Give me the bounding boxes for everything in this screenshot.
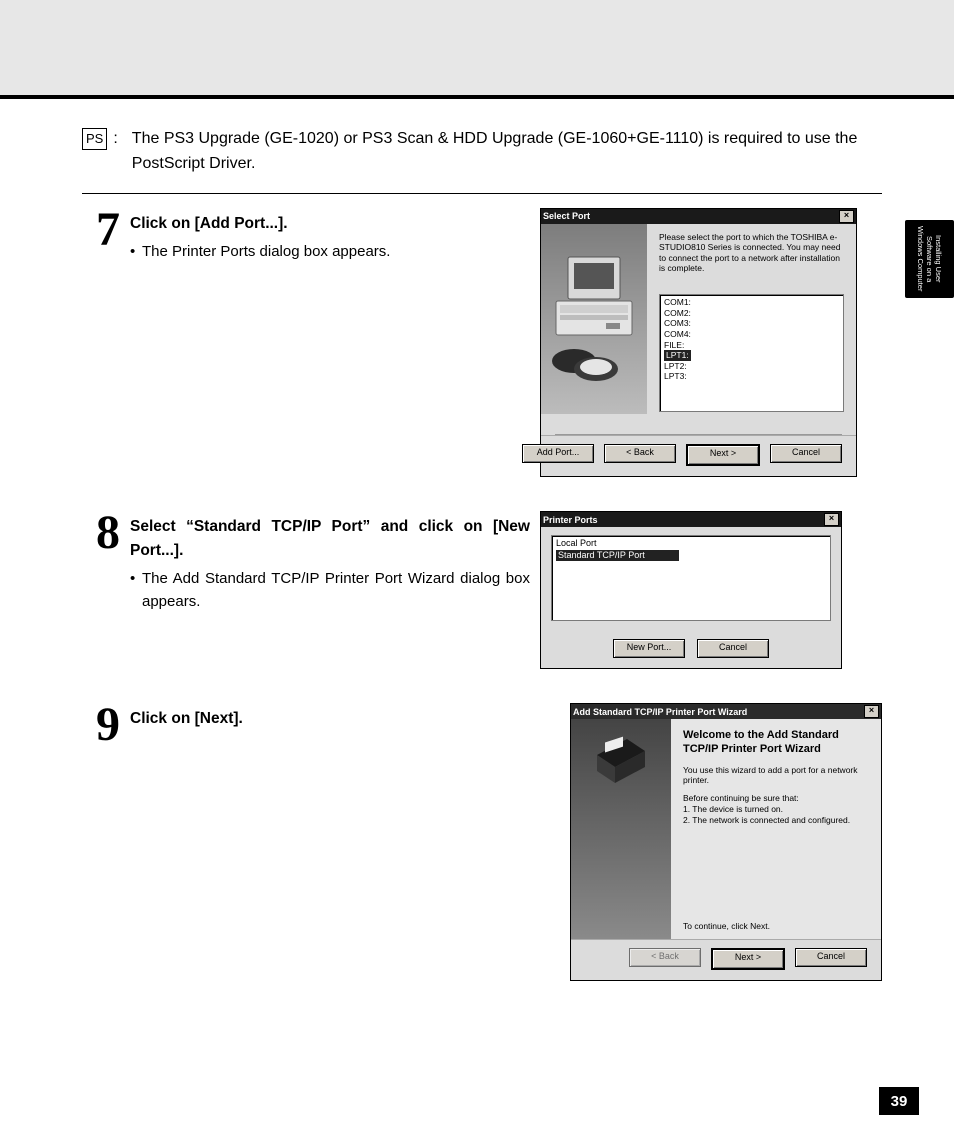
step-title: Click on [Add Port...]. bbox=[130, 212, 530, 236]
wizard-continue-text: To continue, click Next. bbox=[683, 921, 770, 931]
list-item[interactable]: FILE: bbox=[664, 340, 839, 351]
next-button[interactable]: Next > bbox=[686, 444, 760, 466]
page-number: 39 bbox=[879, 1087, 919, 1115]
add-port-button[interactable]: Add Port... bbox=[522, 444, 594, 463]
list-item[interactable]: Local Port bbox=[556, 538, 826, 550]
tcpip-wizard-dialog: Add Standard TCP/IP Printer Port Wizard … bbox=[570, 703, 882, 981]
step-bullet: The Printer Ports dialog box appears. bbox=[142, 240, 530, 263]
port-type-listbox[interactable]: Local Port Standard TCP/IP Port bbox=[551, 535, 831, 621]
ps-note-row: PS : The PS3 Upgrade (GE-1020) or PS3 Sc… bbox=[82, 127, 882, 177]
step-title: Select “Standard TCP/IP Port” and click … bbox=[130, 515, 530, 563]
wizard-point: 2. The network is connected and configur… bbox=[683, 815, 869, 826]
cancel-button[interactable]: Cancel bbox=[770, 444, 842, 463]
wizard-before-label: Before continuing be sure that: bbox=[683, 793, 869, 804]
step-number: 9 bbox=[82, 703, 120, 746]
page-header-bar bbox=[0, 0, 954, 99]
list-item[interactable]: COM3: bbox=[664, 318, 839, 329]
dialog-title: Select Port bbox=[543, 211, 590, 221]
bullet-icon: • bbox=[130, 240, 142, 263]
step-7: 7 Click on [Add Port...]. • The Printer … bbox=[82, 208, 882, 478]
dialog-illustration bbox=[541, 224, 647, 414]
dialog-message: Please select the port to which the TOSH… bbox=[659, 232, 844, 275]
list-item-selected[interactable]: Standard TCP/IP Port bbox=[556, 550, 679, 562]
section-divider bbox=[82, 193, 882, 194]
next-button[interactable]: Next > bbox=[711, 948, 785, 970]
wizard-banner bbox=[571, 719, 671, 939]
port-listbox[interactable]: COM1: COM2: COM3: COM4: FILE: LPT1: LPT2… bbox=[659, 294, 844, 412]
dialog-title: Add Standard TCP/IP Printer Port Wizard bbox=[573, 707, 747, 717]
back-button[interactable]: < Back bbox=[604, 444, 676, 463]
list-item[interactable]: COM4: bbox=[664, 329, 839, 340]
wizard-subtext: You use this wizard to add a port for a … bbox=[683, 765, 869, 785]
step-9: 9 Click on [Next]. Add Standard TCP/IP P… bbox=[82, 703, 882, 981]
wizard-point: 1. The device is turned on. bbox=[683, 804, 869, 815]
cancel-button[interactable]: Cancel bbox=[697, 639, 769, 658]
chapter-tab: Installing UserSoftware on aWindows Comp… bbox=[905, 220, 954, 298]
bullet-icon: • bbox=[130, 567, 142, 614]
back-button: < Back bbox=[629, 948, 701, 967]
list-item[interactable]: COM2: bbox=[664, 308, 839, 319]
colon: : bbox=[113, 127, 117, 152]
close-icon[interactable]: × bbox=[839, 210, 854, 223]
step-bullet: The Add Standard TCP/IP Printer Port Wiz… bbox=[142, 567, 530, 614]
step-title: Click on [Next]. bbox=[130, 707, 510, 731]
list-item[interactable]: LPT2: bbox=[664, 361, 839, 372]
new-port-button[interactable]: New Port... bbox=[613, 639, 685, 658]
step-number: 7 bbox=[82, 208, 120, 251]
step-8: 8 Select “Standard TCP/IP Port” and clic… bbox=[82, 511, 882, 669]
list-item-selected[interactable]: LPT1: bbox=[664, 350, 691, 361]
dialog-title: Printer Ports bbox=[543, 515, 598, 525]
close-icon[interactable]: × bbox=[864, 705, 879, 718]
ps-note-text: The PS3 Upgrade (GE-1020) or PS3 Scan & … bbox=[132, 127, 882, 177]
ps-badge: PS bbox=[82, 128, 107, 150]
printer-ports-dialog: Printer Ports × Local Port Standard TCP/… bbox=[540, 511, 842, 669]
step-number: 8 bbox=[82, 511, 120, 554]
close-icon[interactable]: × bbox=[824, 513, 839, 526]
cancel-button[interactable]: Cancel bbox=[795, 948, 867, 967]
list-item[interactable]: COM1: bbox=[664, 297, 839, 308]
list-item[interactable]: LPT3: bbox=[664, 371, 839, 382]
select-port-dialog: Select Port × bbox=[540, 208, 857, 478]
wizard-heading: Welcome to the Add Standard TCP/IP Print… bbox=[683, 729, 869, 757]
